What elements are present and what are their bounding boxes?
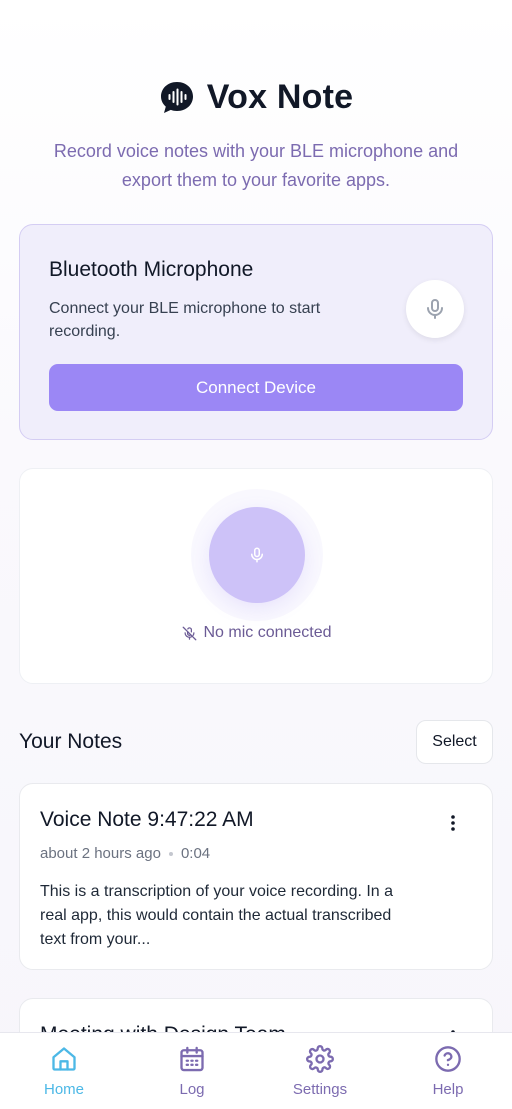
mic-status: No mic connected — [20, 624, 494, 642]
note-time-ago: about 2 hours ago — [40, 845, 161, 862]
record-button[interactable] — [209, 507, 305, 603]
voice-bubble-icon — [160, 81, 193, 113]
note-title: Voice Note 9:47:22 AM — [40, 808, 254, 831]
note-meta: about 2 hours ago 0:04 — [40, 845, 210, 862]
microphone-icon — [427, 299, 443, 319]
mic-status-text: No mic connected — [203, 624, 332, 641]
nav-item-log[interactable]: Log — [128, 1033, 256, 1109]
nav-label-settings: Settings — [292, 1081, 348, 1098]
note-duration: 0:04 — [180, 845, 211, 862]
notes-section-title: Your Notes — [19, 730, 123, 753]
help-icon — [435, 1046, 461, 1072]
nav-item-settings[interactable]: Settings — [256, 1033, 384, 1109]
select-button[interactable]: Select — [416, 720, 493, 764]
brand: Vox Note — [0, 78, 512, 117]
more-options-icon[interactable] — [442, 812, 464, 834]
bluetooth-card: Bluetooth Microphone Connect your BLE mi… — [19, 224, 493, 440]
nav-item-help[interactable]: Help — [384, 1033, 512, 1109]
app-screen: Vox Note Record voice notes with your BL… — [0, 0, 512, 1109]
connect-device-button[interactable]: Connect Device — [49, 364, 463, 411]
mic-off-icon — [183, 626, 197, 640]
home-icon — [52, 1047, 76, 1071]
calendar-icon — [180, 1046, 204, 1072]
meta-separator — [168, 851, 173, 856]
app-tagline: Record voice notes with your BLE microph… — [53, 141, 459, 190]
bluetooth-mic-badge — [406, 280, 464, 338]
nav-label-help: Help — [432, 1081, 464, 1098]
recorder-card: No mic connected — [19, 468, 493, 684]
gear-icon — [306, 1045, 334, 1073]
note-card[interactable]: Voice Note 9:47:22 AM about 2 hours ago … — [19, 783, 493, 970]
bottom-nav: Home Log Settings Help — [0, 1032, 512, 1109]
app-title: Vox Note — [206, 78, 354, 116]
app-header: Vox Note Record voice notes with your BL… — [0, 78, 512, 195]
bluetooth-title: Bluetooth Microphone — [49, 258, 254, 281]
bluetooth-description: Connect your BLE microphone to start rec… — [49, 300, 321, 340]
nav-label-log: Log — [179, 1081, 205, 1098]
nav-label-home: Home — [43, 1081, 84, 1098]
nav-item-home[interactable]: Home — [0, 1033, 128, 1109]
note-preview: This is a transcription of your voice re… — [40, 883, 394, 948]
microphone-icon — [251, 547, 263, 563]
